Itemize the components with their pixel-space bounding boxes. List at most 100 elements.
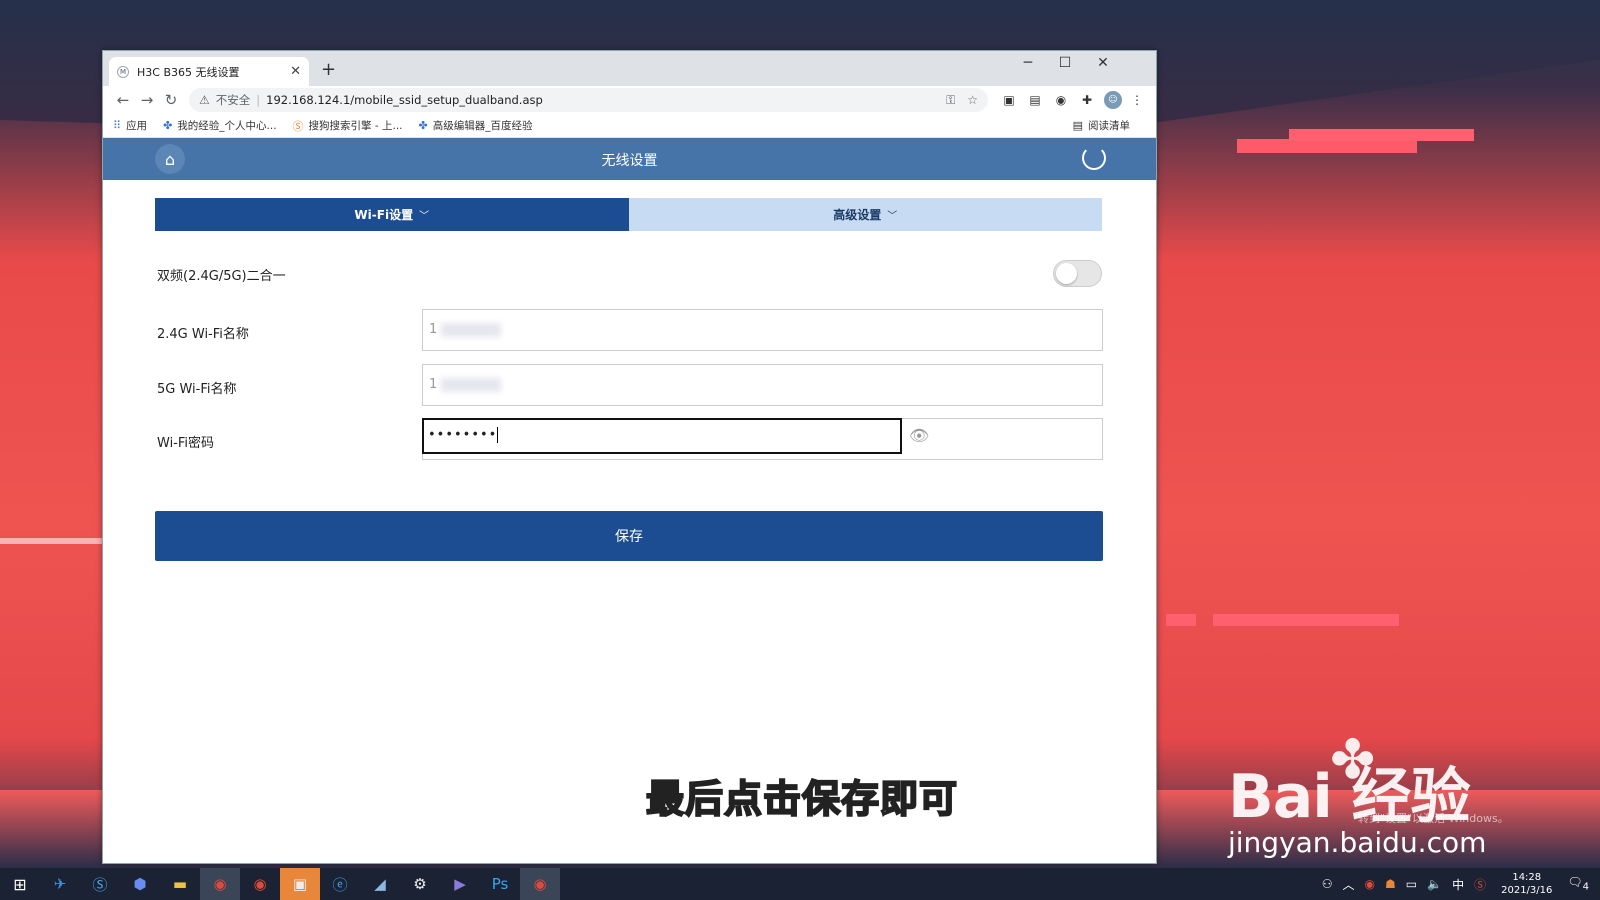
bookmark-item[interactable]: Ⓢ 搜狗搜索引擎 - 上... bbox=[293, 118, 403, 134]
page-title: 无线设置 bbox=[601, 153, 658, 169]
eye-icon[interactable]: 👁 bbox=[909, 426, 929, 445]
maximize-button[interactable]: ☐ bbox=[1050, 55, 1080, 71]
baidu-watermark-url: jingyan.baidu.com bbox=[1228, 826, 1487, 859]
photoshop-icon[interactable]: Ps bbox=[480, 868, 520, 900]
toggle-knob bbox=[1056, 263, 1077, 284]
extension-icon[interactable]: ▣ bbox=[998, 93, 1020, 107]
tab-wifi-settings[interactable]: Wi-Fi设置 ﹀ bbox=[155, 198, 629, 231]
taskbar-app-icon[interactable]: Ⓢ bbox=[80, 868, 120, 900]
clock-time: 14:28 bbox=[1512, 872, 1542, 883]
new-tab-button[interactable]: + bbox=[321, 59, 336, 80]
forward-icon[interactable]: → bbox=[135, 91, 159, 109]
ime-indicator[interactable]: 中 bbox=[1452, 876, 1464, 893]
paw-icon: ✤ bbox=[418, 119, 428, 132]
extension-icon[interactable]: ▤ bbox=[1024, 93, 1046, 107]
ssid5-input[interactable]: 1 bbox=[422, 364, 1103, 406]
tray-app-icon[interactable]: ☗ bbox=[1385, 877, 1396, 891]
url-text: 192.168.124.1/mobile_ssid_setup_dualband… bbox=[266, 93, 543, 107]
sogou-tray-icon[interactable]: Ⓢ bbox=[1474, 876, 1486, 893]
taskbar-app-icon[interactable]: ◢ bbox=[360, 868, 400, 900]
chevron-up-icon[interactable]: ︿ bbox=[1343, 876, 1355, 893]
network-icon[interactable]: ▭ bbox=[1406, 877, 1417, 891]
save-button[interactable]: 保存 bbox=[155, 511, 1103, 561]
tab-title: H3C B365 无线设置 bbox=[137, 65, 240, 79]
text-caret bbox=[497, 427, 499, 443]
reading-list[interactable]: ▤ 阅读清单 bbox=[1073, 118, 1130, 133]
bookmarks-bar: ⠿ 应用 ✤ 我的经验_个人中心... Ⓢ 搜狗搜索引擎 - 上... ✤ 高级… bbox=[103, 114, 1156, 138]
taskbar-app-icon[interactable]: ✈ bbox=[40, 868, 80, 900]
bookmark-label: 应用 bbox=[126, 120, 148, 132]
menu-icon[interactable]: ⋮ bbox=[1126, 93, 1148, 107]
password-input[interactable]: •••••••• bbox=[422, 418, 902, 454]
tab-strip: M H3C B365 无线设置 ✕ + ─ ☐ ✕ bbox=[103, 51, 1156, 86]
extension-icon[interactable]: ◉ bbox=[1050, 93, 1072, 107]
settings-tabs: Wi-Fi设置 ﹀ 高级设置 ﹀ bbox=[155, 198, 1102, 231]
reading-list-label: 阅读清单 bbox=[1088, 120, 1130, 132]
back-icon[interactable]: ← bbox=[111, 91, 135, 109]
reading-list-icon: ▤ bbox=[1072, 119, 1083, 132]
dualband-label: 双频(2.4G/5G)二合一 bbox=[157, 269, 286, 284]
blurred-text bbox=[441, 322, 502, 337]
chrome-icon[interactable]: ◉ bbox=[520, 868, 560, 900]
tab-advanced-settings[interactable]: 高级设置 ﹀ bbox=[628, 198, 1102, 231]
taskbar: ⊞ ✈ Ⓢ ⬢ ▬ ◉ ◉ ▣ ⓔ ◢ ⚙ ▶ Ps ◉ ⚇ ︿ ◉ ☗ ▭ 🔈… bbox=[0, 868, 1600, 900]
puzzle-icon[interactable]: ✚ bbox=[1076, 93, 1098, 107]
notification-icon[interactable]: 🗨4 bbox=[1567, 875, 1589, 892]
wallpaper-bar bbox=[0, 538, 104, 544]
bookmark-item[interactable]: ✤ 我的经验_个人中心... bbox=[163, 118, 276, 133]
bookmark-item[interactable]: ⠿ 应用 bbox=[113, 118, 147, 133]
tab-label: 高级设置 bbox=[833, 208, 882, 222]
close-tab-icon[interactable]: ✕ bbox=[290, 64, 301, 79]
minimize-button[interactable]: ─ bbox=[1013, 55, 1043, 71]
clock[interactable]: 14:28 2021/3/16 bbox=[1501, 871, 1552, 897]
paw-icon: ✤ bbox=[163, 119, 173, 132]
activate-windows-text: 转到"设置"以激活 Windows。 bbox=[1358, 812, 1509, 825]
address-bar[interactable]: ⚠ 不安全 | 192.168.124.1/mobile_ssid_setup_… bbox=[189, 88, 988, 112]
security-label: 不安全 bbox=[215, 93, 251, 107]
chrome-icon[interactable]: ◉ bbox=[240, 868, 280, 900]
bookmark-label: 高级编辑器_百度经验 bbox=[432, 120, 533, 132]
chrome-icon[interactable]: ◉ bbox=[200, 868, 240, 900]
bookmark-label: 搜狗搜索引擎 - 上... bbox=[308, 120, 403, 132]
taskbar-app-icon[interactable]: ⬢ bbox=[120, 868, 160, 900]
browser-toolbar: ← → ↻ ⚠ 不安全 | 192.168.124.1/mobile_ssid_… bbox=[103, 86, 1156, 114]
close-window-button[interactable]: ✕ bbox=[1088, 55, 1118, 71]
ssid24-label: 2.4G Wi-Fi名称 bbox=[157, 327, 249, 342]
bookmark-label: 我的经验_个人中心... bbox=[177, 120, 277, 132]
password-value: •••••••• bbox=[428, 427, 498, 443]
clock-date: 2021/3/16 bbox=[1501, 885, 1553, 896]
bookmark-item[interactable]: ✤ 高级编辑器_百度经验 bbox=[419, 118, 533, 133]
page-header: ⌂ 无线设置 bbox=[103, 138, 1156, 180]
browser-tab[interactable]: M H3C B365 无线设置 ✕ bbox=[109, 57, 309, 86]
system-tray: ⚇ ︿ ◉ ☗ ▭ 🔈 中 Ⓢ 14:28 2021/3/16 🗨4 bbox=[1317, 871, 1600, 897]
warning-icon: ⚠ bbox=[199, 93, 210, 107]
refresh-icon[interactable] bbox=[1082, 146, 1106, 170]
tab-label: Wi-Fi设置 bbox=[354, 208, 414, 222]
windows-start-icon[interactable]: ⊞ bbox=[0, 875, 40, 894]
folder-icon[interactable]: ▬ bbox=[160, 868, 200, 900]
settings-gear-icon[interactable]: ⚙ bbox=[400, 868, 440, 900]
notification-count: 4 bbox=[1582, 881, 1589, 893]
taskbar-app-icon[interactable]: ▶ bbox=[440, 868, 480, 900]
wallpaper-bar bbox=[1213, 614, 1399, 626]
ssid24-value: 1 bbox=[429, 322, 438, 337]
blurred-text bbox=[441, 377, 502, 392]
profile-avatar[interactable]: ☺ bbox=[1104, 91, 1122, 109]
ssid24-input[interactable]: 1 bbox=[422, 309, 1103, 351]
volume-icon[interactable]: 🔈 bbox=[1427, 877, 1442, 891]
key-icon[interactable]: ⚿ bbox=[946, 93, 955, 108]
video-subtitle: 最后点击保存即可 bbox=[645, 776, 959, 822]
baidu-paw-icon: ✤ bbox=[1330, 728, 1376, 791]
tray-app-icon[interactable]: ◉ bbox=[1365, 877, 1375, 891]
dualband-toggle[interactable] bbox=[1053, 260, 1102, 287]
edge-icon[interactable]: ⓔ bbox=[320, 868, 360, 900]
taskbar-app-icon[interactable]: ▣ bbox=[280, 868, 320, 900]
reload-icon[interactable]: ↻ bbox=[159, 91, 183, 109]
favicon-icon: M bbox=[117, 65, 129, 78]
star-icon[interactable]: ☆ bbox=[967, 93, 978, 107]
chevron-down-icon: ﹀ bbox=[419, 211, 430, 222]
ssid5-value: 1 bbox=[429, 377, 438, 392]
sogou-icon: Ⓢ bbox=[292, 119, 304, 133]
people-icon[interactable]: ⚇ bbox=[1322, 877, 1333, 891]
chevron-down-icon: ﹀ bbox=[887, 211, 898, 222]
